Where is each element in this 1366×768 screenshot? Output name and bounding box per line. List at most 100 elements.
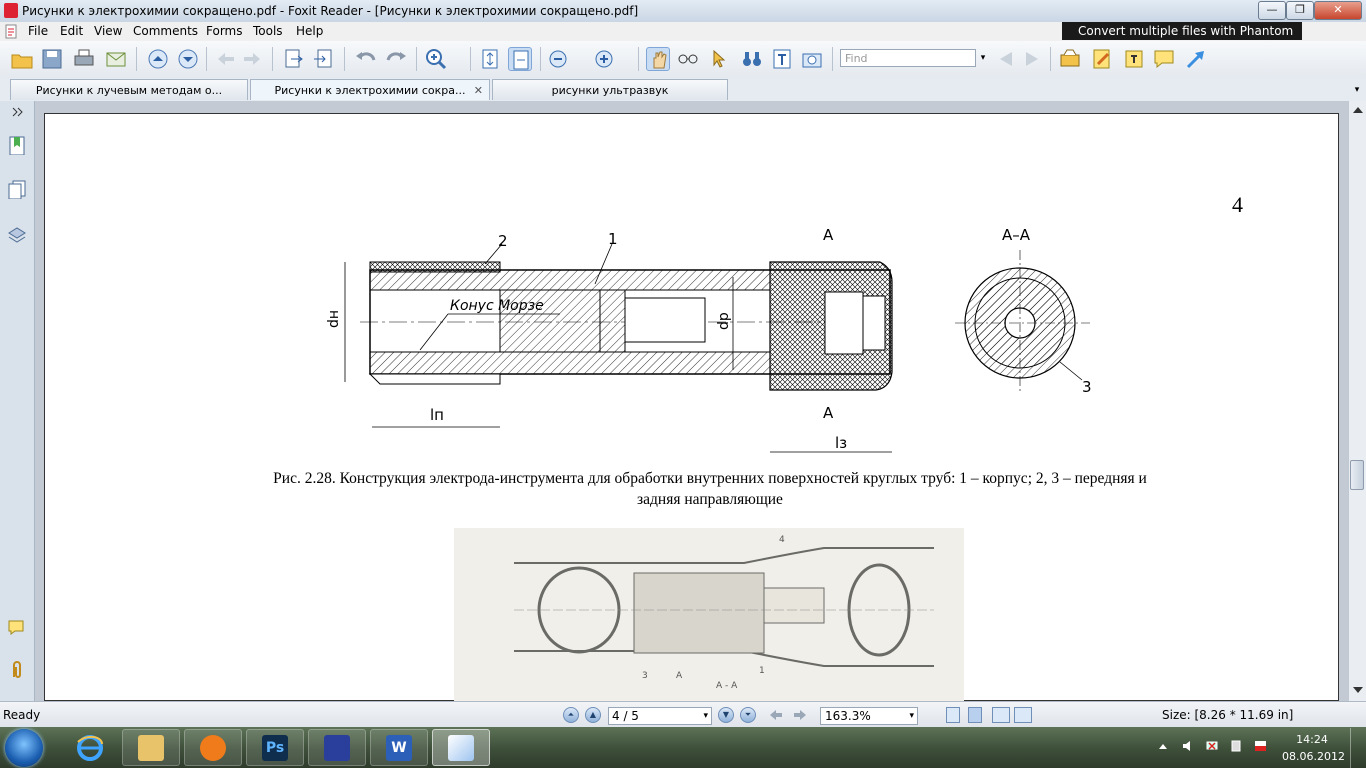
find-previous-icon[interactable]: [994, 47, 1018, 71]
tab-elektrohimii[interactable]: Рисунки к электрохимии сокра... ✕: [250, 79, 490, 100]
zoom-level-field[interactable]: 163.3% ▾: [820, 707, 918, 725]
dim-dp-label: dр: [716, 312, 732, 330]
start-button[interactable]: [5, 729, 43, 767]
attachments-icon[interactable]: [7, 659, 27, 679]
section-mark-top: A: [823, 226, 834, 244]
volume-icon[interactable]: [1182, 740, 1194, 752]
previous-view-icon[interactable]: [768, 708, 784, 722]
morse-taper-label: Конус Морзе: [450, 298, 544, 314]
menu-comments[interactable]: Comments: [133, 24, 198, 38]
scroll-down-icon[interactable]: [1352, 685, 1364, 695]
scroll-up-icon[interactable]: [1352, 105, 1364, 115]
tab-close-icon[interactable]: ✕: [474, 80, 483, 100]
previous-page-status-icon[interactable]: ▲: [585, 707, 601, 723]
menu-view[interactable]: View: [94, 24, 122, 38]
extract-pages-icon[interactable]: [282, 47, 306, 71]
network-icon[interactable]: [1206, 740, 1218, 752]
tab-list-dropdown-icon[interactable]: ▾: [1350, 80, 1364, 100]
save-app-task[interactable]: [308, 729, 366, 766]
zoom-in-plus-icon[interactable]: [592, 47, 616, 71]
menu-forms[interactable]: Forms: [206, 24, 242, 38]
dim-dh-label: dн: [326, 310, 342, 328]
photoshop-icon: Ps: [262, 735, 288, 761]
continuous-facing-view-icon[interactable]: [1014, 707, 1032, 723]
email-icon[interactable]: [104, 47, 128, 71]
next-view-icon[interactable]: [792, 708, 808, 722]
tab-luchevym[interactable]: Рисунки к лучевым методам о...: [10, 79, 248, 100]
tab-ultrazvuk[interactable]: рисунки ультразвук: [492, 79, 728, 100]
toolbar: [0, 41, 1366, 102]
undo-icon[interactable]: [354, 47, 378, 71]
comment-note-icon[interactable]: [1152, 47, 1176, 71]
single-page-view-icon[interactable]: [946, 707, 960, 723]
maximize-button[interactable]: ❐: [1286, 1, 1314, 20]
clock-time[interactable]: 14:24: [1282, 733, 1342, 746]
print-icon[interactable]: [72, 47, 96, 71]
file-explorer-task[interactable]: [122, 729, 180, 766]
minimize-button[interactable]: —: [1258, 1, 1286, 20]
photoshop-task[interactable]: Ps: [246, 729, 304, 766]
next-page-icon[interactable]: [176, 47, 200, 71]
open-icon[interactable]: [10, 47, 34, 71]
find-input[interactable]: Find: [840, 49, 976, 67]
previous-page-icon[interactable]: [146, 47, 170, 71]
note-pen-icon[interactable]: [1090, 47, 1114, 71]
page-number-field[interactable]: 4 / 5 ▾: [608, 707, 712, 725]
back-arrow-icon[interactable]: [214, 47, 238, 71]
electrode-tool-drawing: dн dр lп lз 2 1 A A Конус Морзе A–A 3: [326, 226, 1092, 453]
foxit-reader-task[interactable]: [432, 729, 490, 766]
find-binoculars-icon[interactable]: [740, 47, 764, 71]
save-icon[interactable]: [40, 47, 64, 71]
menu-help[interactable]: Help: [296, 24, 323, 38]
dim-l3-label: lз: [835, 434, 847, 452]
layers-icon[interactable]: [7, 223, 27, 243]
find-dropdown-icon[interactable]: ▾: [976, 49, 990, 67]
select-annotation-icon[interactable]: [708, 47, 732, 71]
text-box-icon[interactable]: [1122, 47, 1146, 71]
bookmarks-icon[interactable]: [7, 135, 27, 155]
media-player-task[interactable]: [184, 729, 242, 766]
action-center-icon[interactable]: [1230, 740, 1242, 752]
scroll-thumb[interactable]: [1350, 460, 1364, 490]
first-page-icon[interactable]: ⏶: [563, 707, 579, 723]
text-viewer-icon[interactable]: [770, 47, 794, 71]
zoom-out-minus-icon[interactable]: [546, 47, 570, 71]
page-number: 4: [1232, 192, 1243, 217]
show-hidden-icons-icon[interactable]: [1158, 742, 1168, 752]
snapshot-icon[interactable]: [800, 47, 824, 71]
pages-thumbnail-icon[interactable]: [7, 179, 27, 199]
select-text-icon[interactable]: [676, 47, 700, 71]
zoom-in-icon[interactable]: [424, 47, 448, 71]
zoom-level-dropdown-icon[interactable]: ▾: [909, 708, 914, 725]
fit-page-icon[interactable]: [478, 47, 502, 71]
promo-banner[interactable]: Convert multiple files with Phantom: [1062, 22, 1302, 40]
menu-tools[interactable]: Tools: [253, 24, 283, 38]
comments-panel-icon[interactable]: [7, 617, 27, 637]
hand-tool-icon[interactable]: [646, 47, 670, 71]
clock-date[interactable]: 08.06.2012: [1282, 750, 1345, 763]
fit-width-icon[interactable]: [508, 47, 532, 71]
redo-icon[interactable]: [384, 47, 408, 71]
next-page-status-icon[interactable]: ▼: [718, 707, 734, 723]
insert-pages-icon[interactable]: [312, 47, 336, 71]
vertical-scrollbar[interactable]: [1348, 101, 1366, 701]
callout-2: 2: [498, 232, 508, 250]
facing-view-icon[interactable]: [992, 707, 1010, 723]
expand-panel-icon[interactable]: [12, 107, 24, 117]
language-flag-icon[interactable]: [1254, 740, 1266, 752]
arrow-tool-icon[interactable]: [1184, 47, 1208, 71]
menu-file[interactable]: File: [28, 24, 48, 38]
word-task[interactable]: W: [370, 729, 428, 766]
menu-edit[interactable]: Edit: [60, 24, 83, 38]
forward-arrow-icon[interactable]: [240, 47, 264, 71]
internet-explorer-task[interactable]: [66, 729, 114, 766]
last-page-icon[interactable]: ⏷: [740, 707, 756, 723]
continuous-view-icon[interactable]: [968, 707, 982, 723]
find-next-icon[interactable]: [1020, 47, 1044, 71]
show-desktop-button[interactable]: [1350, 728, 1366, 768]
page-dropdown-icon[interactable]: ▾: [703, 708, 708, 725]
document-menu-icon[interactable]: [4, 24, 19, 39]
typewriter-icon[interactable]: [1058, 47, 1082, 71]
close-button[interactable]: ✕: [1314, 1, 1362, 20]
word-icon: W: [386, 735, 412, 761]
